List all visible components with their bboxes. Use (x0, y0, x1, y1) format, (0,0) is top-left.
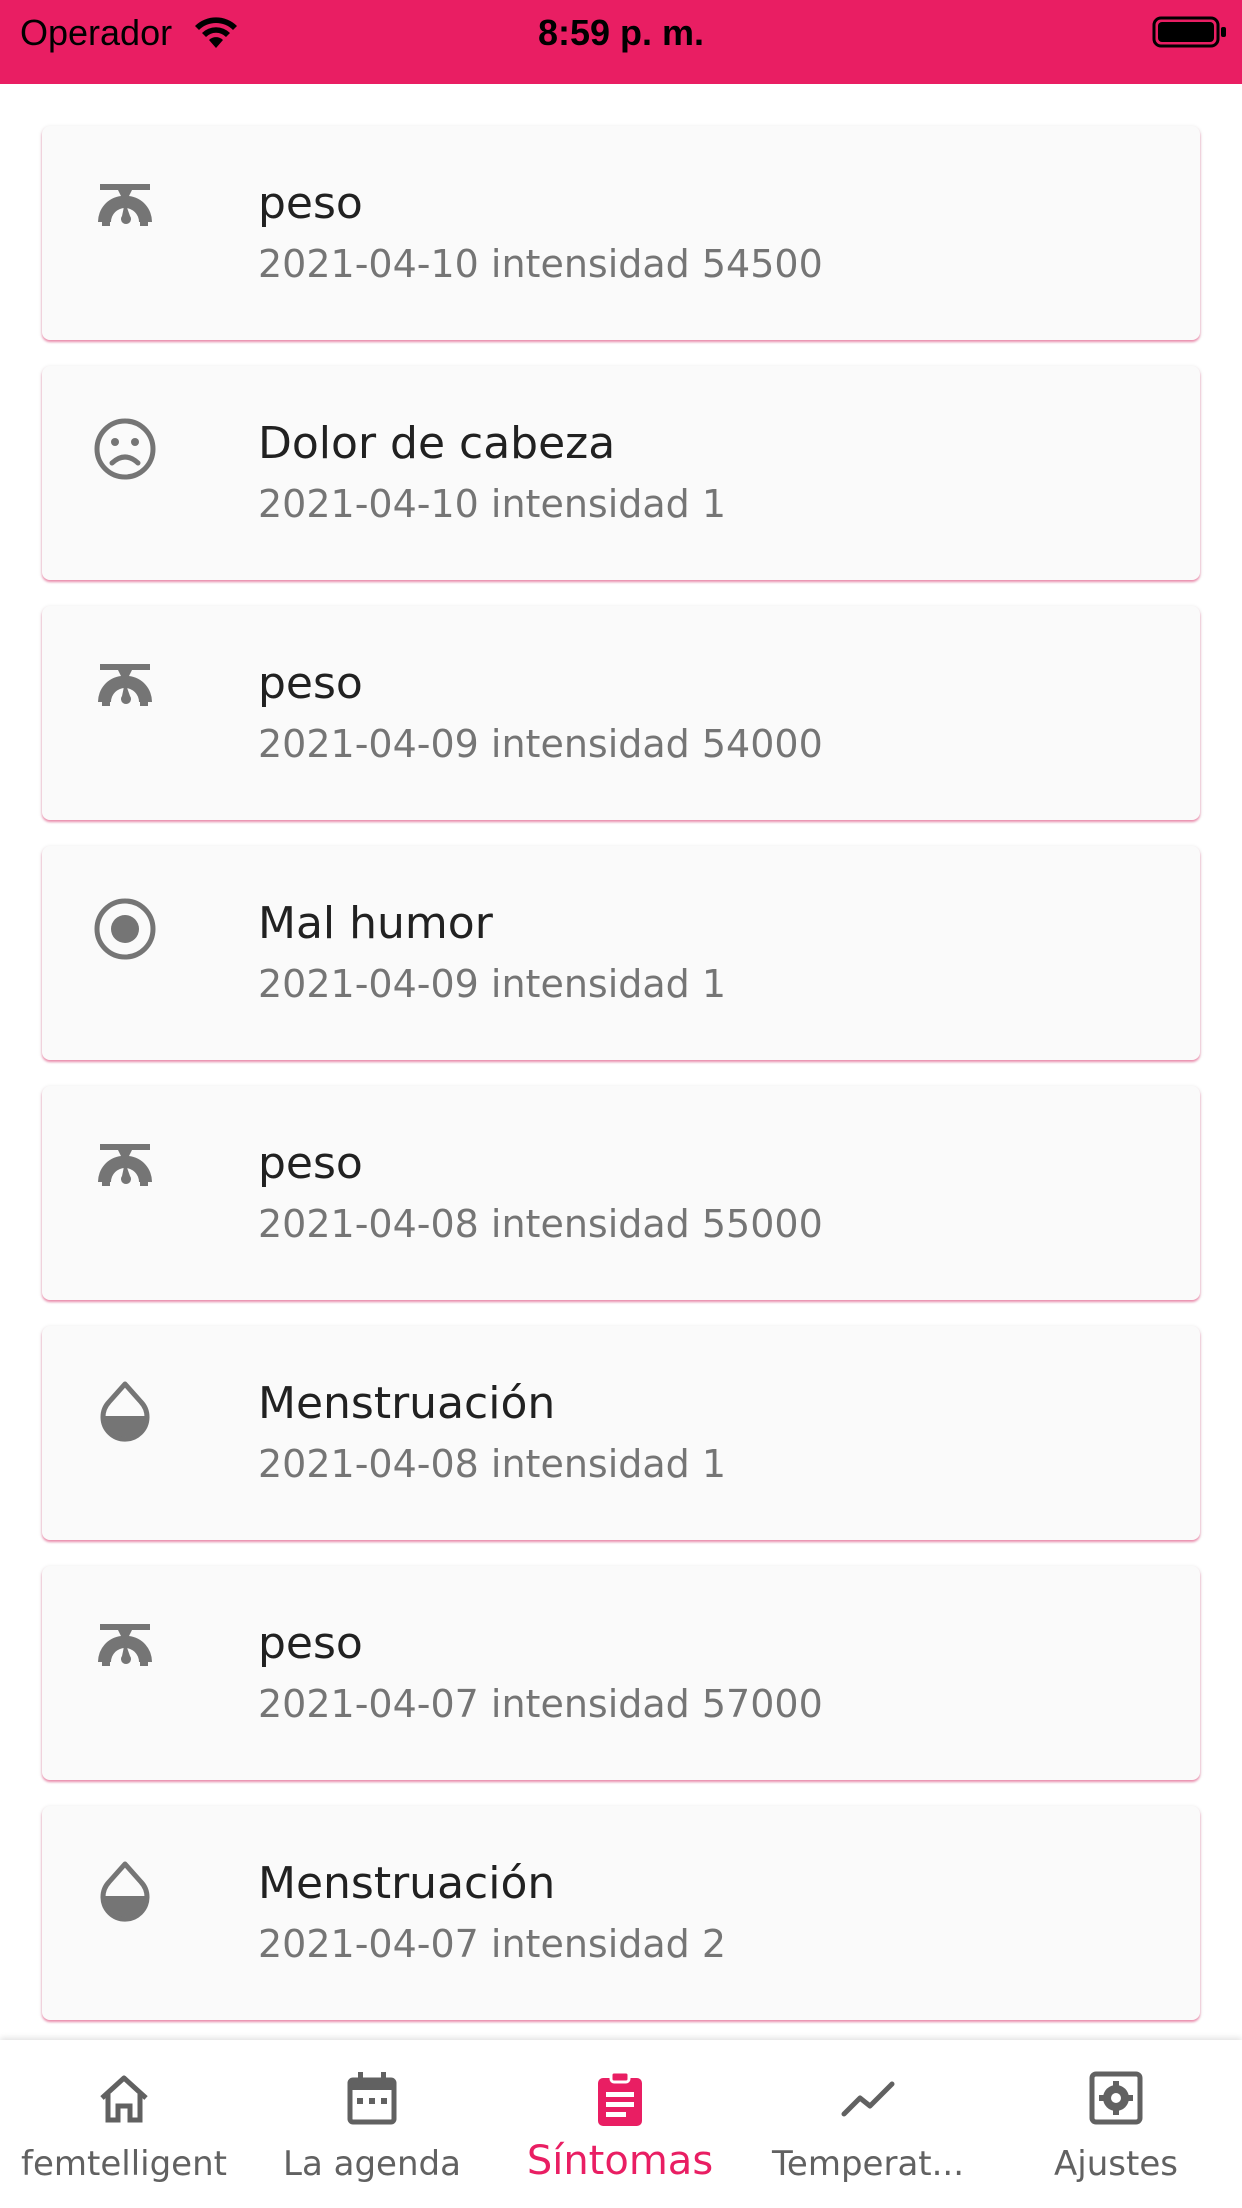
symptom-card[interactable]: Mal humor 2021-04-09 intensidad 1 (42, 846, 1200, 1060)
symptom-title: peso (258, 1618, 363, 1669)
sad-face-icon (94, 418, 156, 480)
bottom-nav: femtelligent La agenda Síntomas Temperat...… (0, 2040, 1242, 2208)
symptom-title: peso (258, 178, 363, 229)
scale-icon (97, 664, 153, 706)
symptom-subtitle: 2021-04-07 intensidad 2 (258, 1922, 727, 1966)
nav-item-femtelligent[interactable]: femtelligent (0, 2040, 248, 2208)
symptom-subtitle: 2021-04-10 intensidad 54500 (258, 242, 823, 286)
scale-icon (97, 1624, 153, 1666)
settings-icon (1089, 2071, 1143, 2125)
nav-label: femtelligent (21, 2144, 227, 2184)
symptom-title: Menstruación (258, 1858, 556, 1909)
drop-icon (100, 1381, 150, 1442)
nav-item-síntomas[interactable]: Síntomas (496, 2040, 744, 2208)
symptom-subtitle: 2021-04-07 intensidad 57000 (258, 1682, 823, 1726)
trending-icon (841, 2081, 895, 2117)
status-time: 8:59 p. m. (537, 12, 705, 53)
scale-icon (97, 184, 153, 226)
drop-icon (100, 1861, 150, 1922)
status-bar: Operador 8:59 p. m. (0, 0, 1242, 84)
symptom-card[interactable]: peso 2021-04-08 intensidad 55000 (42, 1086, 1200, 1300)
nav-item-temperat[interactable]: Temperat... (744, 2040, 992, 2208)
scale-icon (97, 1144, 153, 1186)
symptom-title: Mal humor (258, 898, 493, 949)
symptom-subtitle: 2021-04-08 intensidad 55000 (258, 1202, 823, 1246)
symptom-card[interactable]: peso 2021-04-09 intensidad 54000 (42, 606, 1200, 820)
symptom-subtitle: 2021-04-10 intensidad 1 (258, 482, 727, 526)
symptom-title: Menstruación (258, 1378, 556, 1429)
symptom-card[interactable]: Dolor de cabeza 2021-04-10 intensidad 1 (42, 366, 1200, 580)
symptom-card[interactable]: peso 2021-04-10 intensidad 54500 (42, 126, 1200, 340)
calendar-icon (347, 2072, 397, 2125)
nav-label: La agenda (283, 2144, 461, 2184)
symptom-title: Dolor de cabeza (258, 418, 616, 469)
symptom-card[interactable]: peso 2021-04-07 intensidad 57000 (42, 1566, 1200, 1780)
symptom-title: peso (258, 658, 363, 709)
symptom-list: peso 2021-04-10 intensidad 54500 Dolor de … (42, 126, 1200, 2046)
symptom-subtitle: 2021-04-09 intensidad 1 (258, 962, 727, 1006)
screen: Operador 8:59 p. m. peso 2021-04-10 inten… (0, 0, 1242, 2208)
symptom-subtitle: 2021-04-08 intensidad 1 (258, 1442, 727, 1486)
symptom-subtitle: 2021-04-09 intensidad 54000 (258, 722, 823, 766)
nav-label: Temperat... (771, 2144, 965, 2184)
radio-button-icon (94, 898, 156, 960)
battery-icon (1152, 16, 1226, 48)
nav-item-ajustes[interactable]: Ajustes (992, 2040, 1240, 2208)
nav-label: Síntomas (526, 2138, 714, 2184)
symptom-card[interactable]: Menstruación 2021-04-08 intensidad 1 (42, 1326, 1200, 1540)
nav-label: Ajustes (1054, 2144, 1178, 2184)
clipboard-icon (598, 2070, 642, 2126)
symptom-title: peso (258, 1138, 363, 1189)
nav-item-la-agenda[interactable]: La agenda (248, 2040, 496, 2208)
home-icon (100, 2075, 148, 2123)
symptom-card[interactable]: Menstruación 2021-04-07 intensidad 2 (42, 1806, 1200, 2020)
